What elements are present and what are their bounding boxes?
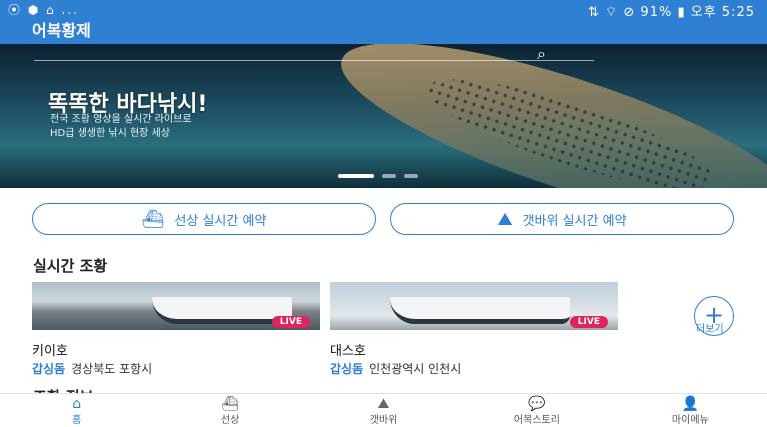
card-meta: 갑싱돔 인천광역시 인천시 — [330, 360, 618, 377]
boat-icon: ⛴ — [141, 208, 165, 230]
boat-reservation-label: 선상 실시간 예약 — [174, 213, 267, 229]
status-icons-left: ⦿ ⬢ ⌂ ... — [8, 3, 79, 17]
live-thumbnail[interactable]: LIVE — [32, 282, 320, 330]
nav-label: 마이메뉴 — [671, 415, 709, 426]
fish-type: 갑싱돔 — [32, 362, 66, 376]
nav-rock[interactable]: ⛰ 갯바위 — [307, 394, 460, 427]
rock-icon: ⛰ — [497, 208, 513, 230]
live-thumbnail[interactable]: LIVE — [330, 282, 618, 330]
banner-pagination — [338, 174, 418, 178]
boat-reservation-button[interactable]: ⛴ 선상 실시간 예약 — [32, 203, 376, 235]
boat-name: 키이호 — [32, 344, 68, 359]
boat-image — [390, 297, 570, 324]
boat-icon: ⛴ — [221, 396, 239, 412]
search-underline — [34, 60, 594, 61]
more-label[interactable]: 더보기 — [696, 320, 724, 335]
boat-image — [152, 297, 292, 324]
banner-dot-3[interactable] — [404, 174, 418, 178]
home-icon: ⌂ — [72, 396, 82, 412]
nav-label: 어복스토리 — [513, 415, 560, 426]
live-badge: LIVE — [271, 316, 310, 328]
location: 인천광역시 인천시 — [369, 362, 462, 376]
nav-label: 갯바위 — [369, 415, 398, 426]
live-card[interactable]: LIVE 키이호 갑싱돔 경상북도 포항시 — [32, 282, 320, 377]
app-header: ⦿ ⬢ ⌂ ... ⇅ ⌔ ⊘ 91% ▮ 오후 5:25 어복황제 — [0, 0, 767, 44]
fish-type: 갑싱돔 — [330, 362, 364, 376]
live-badge: LIVE — [569, 316, 608, 328]
app-title: 어복황제 — [32, 21, 91, 40]
banner-dot-2[interactable] — [382, 174, 396, 178]
chat-icon: 💬 — [528, 396, 546, 412]
live-section-title: 실시간 조황 — [33, 257, 108, 275]
boat-name: 대스호 — [330, 344, 366, 359]
nav-home[interactable]: ⌂ 홈 — [0, 394, 153, 427]
status-bar-right: ⇅ ⌔ ⊘ 91% ▮ 오후 5:25 — [588, 5, 755, 20]
location: 경상북도 포항시 — [71, 362, 153, 376]
hero-banner[interactable]: ⌕ 똑똑한 바다낚시! 전국 조황 영상을 실시간 라이브로 HD급 생생한 낚… — [0, 44, 767, 188]
search-icon[interactable]: ⌕ — [537, 44, 546, 64]
nav-boat[interactable]: ⛴ 선상 — [153, 394, 306, 427]
nav-mymenu[interactable]: 👤 마이메뉴 — [614, 394, 767, 427]
rock-icon: ⛰ — [377, 396, 390, 412]
banner-dot-1[interactable] — [338, 174, 374, 178]
nav-label: 선상 — [220, 415, 240, 426]
banner-subtitle-1: 전국 조황 영상을 실시간 라이브로 — [50, 114, 192, 125]
nav-label: 홈 — [72, 415, 82, 426]
banner-subtitle-2: HD급 생생한 낚시 현장 세상 — [50, 128, 170, 139]
nav-story[interactable]: 💬 어복스토리 — [460, 394, 613, 427]
rock-reservation-label: 갯바위 실시간 예약 — [522, 213, 627, 229]
live-card[interactable]: LIVE 대스호 갑싱돔 인천광역시 인천시 — [330, 282, 618, 377]
rock-reservation-button[interactable]: ⛰ 갯바위 실시간 예약 — [390, 203, 734, 235]
user-icon: 👤 — [681, 396, 700, 412]
card-meta: 갑싱돔 경상북도 포항시 — [32, 360, 320, 377]
bottom-navigation: ⌂ 홈 ⛴ 선상 ⛰ 갯바위 💬 어복스토리 👤 마이메뉴 — [0, 393, 767, 427]
